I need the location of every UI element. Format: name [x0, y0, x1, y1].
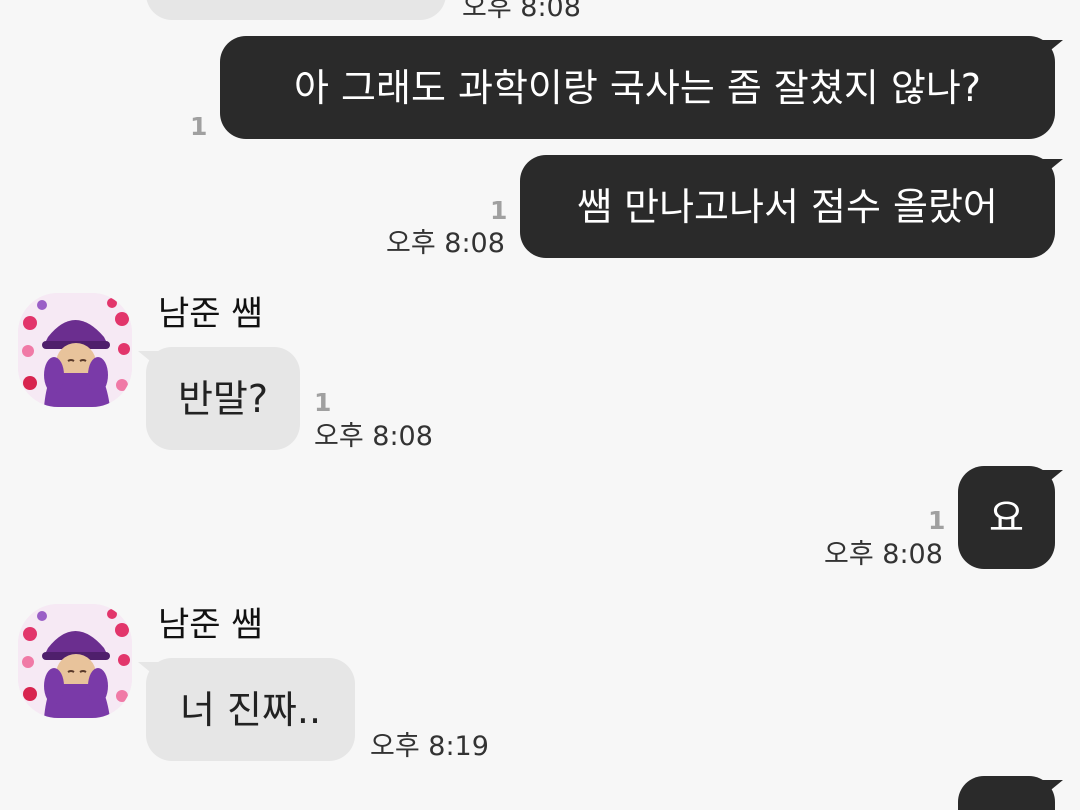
message-bubble-incoming[interactable]: 너 진짜..	[138, 658, 355, 761]
message-bubble-outgoing[interactable]: 요	[958, 466, 1063, 569]
avatar-photo	[18, 604, 132, 718]
message-time: 오후 8:08	[314, 421, 433, 452]
unread-count: 1	[490, 196, 508, 225]
message-time: 오후 8:08	[386, 228, 505, 259]
message-bubble-outgoing[interactable]: 쌤 만나고나서 점수 올랐어	[520, 155, 1063, 258]
unread-count: 1	[314, 388, 332, 417]
message-bubble-outgoing-partial[interactable]	[958, 776, 1063, 810]
message-time: 오후 8:08	[824, 539, 943, 570]
message-time: 오후 8:19	[370, 731, 489, 762]
unread-count: 1	[190, 112, 208, 141]
message-text: 요	[989, 495, 1024, 540]
message-text: 쌤 만나고나서 점수 올랐어	[577, 184, 998, 229]
message-time: 오후 8:08	[462, 0, 581, 23]
unread-count: 1	[928, 506, 946, 535]
message-text: 반말?	[177, 376, 269, 421]
avatar[interactable]	[18, 293, 132, 407]
sender-name: 남준 쌤	[158, 605, 263, 645]
message-text: 아 그래도 과학이랑 국사는 좀 잘쳤지 않나?	[294, 65, 981, 110]
avatar[interactable]	[18, 604, 132, 718]
chat-message-list[interactable]: 오후 8:08 1 아 그래도 과학이랑 국사는 좀 잘쳤지 않나? 1 오후 …	[0, 0, 1080, 810]
sender-name: 남준 쌤	[158, 294, 263, 334]
message-bubble-outgoing[interactable]: 아 그래도 과학이랑 국사는 좀 잘쳤지 않나?	[220, 36, 1063, 139]
avatar-photo	[18, 293, 132, 407]
message-bubble-incoming[interactable]: 반말?	[138, 347, 300, 450]
message-bubble-incoming-partial[interactable]	[146, 0, 446, 20]
message-text: 너 진짜..	[179, 687, 322, 732]
